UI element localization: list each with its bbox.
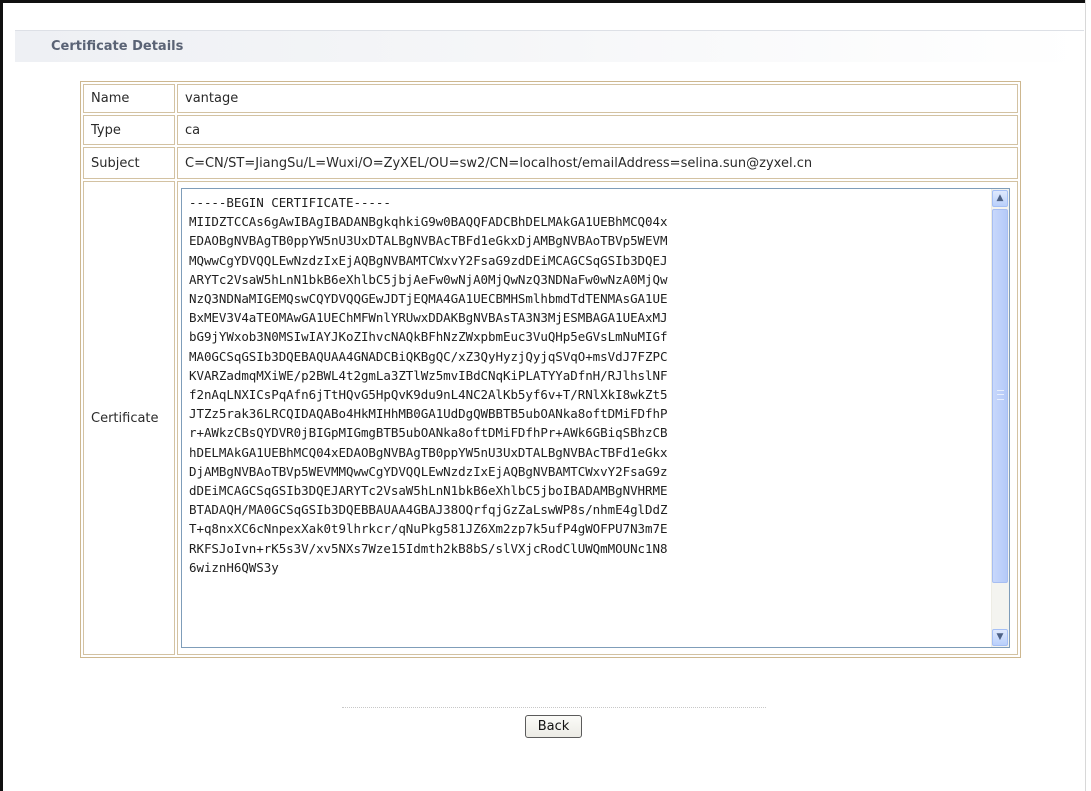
divider — [342, 707, 766, 708]
certificate-line: MA0GCSqGSIb3DQEBAQUAA4GNADCBiQKBgQC/xZ3Q… — [189, 348, 668, 364]
certificate-line: BxMEV3V4aTEOMAwGA1UEChMFWnlYRUwxDDAKBgNV… — [189, 310, 668, 326]
table-row-type: Type ca — [83, 115, 1018, 145]
certificate-label: Certificate — [83, 181, 175, 655]
section-header: Certificate Details — [15, 30, 1084, 62]
name-label: Name — [83, 84, 175, 113]
certificate-line: bG9jYWxob3N0MSIwIAYJKoZIhvcNAQkBFhNzZWxp… — [189, 329, 668, 345]
certificate-line: -----BEGIN CERTIFICATE----- — [189, 195, 391, 210]
window-frame-left — [0, 0, 3, 791]
certificate-line: dDEiMCAGCSqGSIb3DQEJARYTc2VsaW5hLnN1bkB6… — [189, 483, 668, 499]
table-row-subject: Subject C=CN/ST=JiangSu/L=Wuxi/O=ZyXEL/O… — [83, 147, 1018, 179]
certificate-line: r+AWkzCBsQYDVR0jBIGpMIGmgBTB5ubOANka8oft… — [189, 425, 668, 441]
certificate-line: DjAMBgNVBAoTBVp5WEVMMQwwCgYDVQQLEwNzdzIx… — [189, 463, 668, 479]
grip-icon — [997, 390, 1004, 400]
certificate-details-table: Name vantage Type ca Subject C=CN/ST=Jia… — [80, 81, 1021, 658]
certificate-line: KVARZadmqMXiWE/p2BWL4t2gmLa3ZTlWz5mvIBdC… — [189, 367, 668, 383]
certificate-line: MQwwCgYDVQQLEwNzdzIxEjAQBgNVBAMTCWxvY2Fs… — [189, 252, 668, 268]
certificate-line: RKFSJoIvn+rK5s3V/xv5NXs7Wze15Idmth2kB8bS… — [189, 540, 668, 556]
certificate-text[interactable]: -----BEGIN CERTIFICATE----- MIIDZTCCAs6gA… — [189, 193, 989, 577]
scrollbar-thumb[interactable] — [992, 209, 1008, 583]
name-value: vantage — [177, 84, 1018, 113]
scroll-down-button[interactable]: ▼ — [992, 629, 1008, 646]
certificate-textarea[interactable]: -----BEGIN CERTIFICATE----- MIIDZTCCAs6gA… — [181, 188, 1010, 648]
certificate-line: MIIDZTCCAs6gAwIBAgIBADANBgkqhkiG9w0BAQQF… — [189, 214, 668, 230]
back-button[interactable]: Back — [525, 715, 582, 738]
type-value: ca — [177, 115, 1018, 145]
table-row-name: Name vantage — [83, 84, 1018, 113]
certificate-line: 6wiznH6QWS3y — [189, 559, 279, 575]
table-row-certificate: Certificate -----BEGIN CERTIFICATE----- M… — [83, 181, 1018, 655]
vertical-scrollbar[interactable]: ▲ ▼ — [991, 189, 1009, 647]
certificate-line: JTZz5rak36LRCQIDAQABo4HkMIHhMB0GA1UdDgQW… — [189, 406, 668, 422]
window-frame-right — [1085, 0, 1091, 791]
arrow-down-icon: ▼ — [996, 632, 1004, 642]
certificate-line: T+q8nxXC6cNnpexXak0t9lhrkcr/qNuPkg581JZ6… — [189, 521, 668, 537]
certificate-line: BTADAQH/MA0GCSqGSIb3DQEBBAUAA4GBAJ38OQrf… — [189, 502, 668, 518]
window-frame-top — [0, 0, 1091, 3]
certificate-line: ARYTc2VsaW5hLnN1bkB6eXhlbC5jbjAeFw0wNjA0… — [189, 271, 668, 287]
certificate-line: f2nAqLNXICsPqAfn6jTtHQvG5HpQvK9du9nL4NC2… — [189, 387, 668, 403]
certificate-line: EDAOBgNVBAgTB0ppYW5nU3UxDTALBgNVBAcTBFd1… — [189, 233, 668, 249]
certificate-cell: -----BEGIN CERTIFICATE----- MIIDZTCCAs6gA… — [177, 181, 1018, 655]
subject-value: C=CN/ST=JiangSu/L=Wuxi/O=ZyXEL/OU=sw2/CN… — [177, 147, 1018, 179]
section-title: Certificate Details — [51, 39, 184, 54]
subject-label: Subject — [83, 147, 175, 179]
type-label: Type — [83, 115, 175, 145]
scroll-up-button[interactable]: ▲ — [992, 190, 1008, 207]
certificate-line: NzQ3NDNaMIGEMQswCQYDVQQGEwJDTjEQMA4GA1UE… — [189, 291, 668, 307]
arrow-up-icon: ▲ — [996, 193, 1004, 203]
certificate-line: hDELMAkGA1UEBhMCQ04xEDAOBgNVBAgTB0ppYW5n… — [189, 444, 668, 460]
